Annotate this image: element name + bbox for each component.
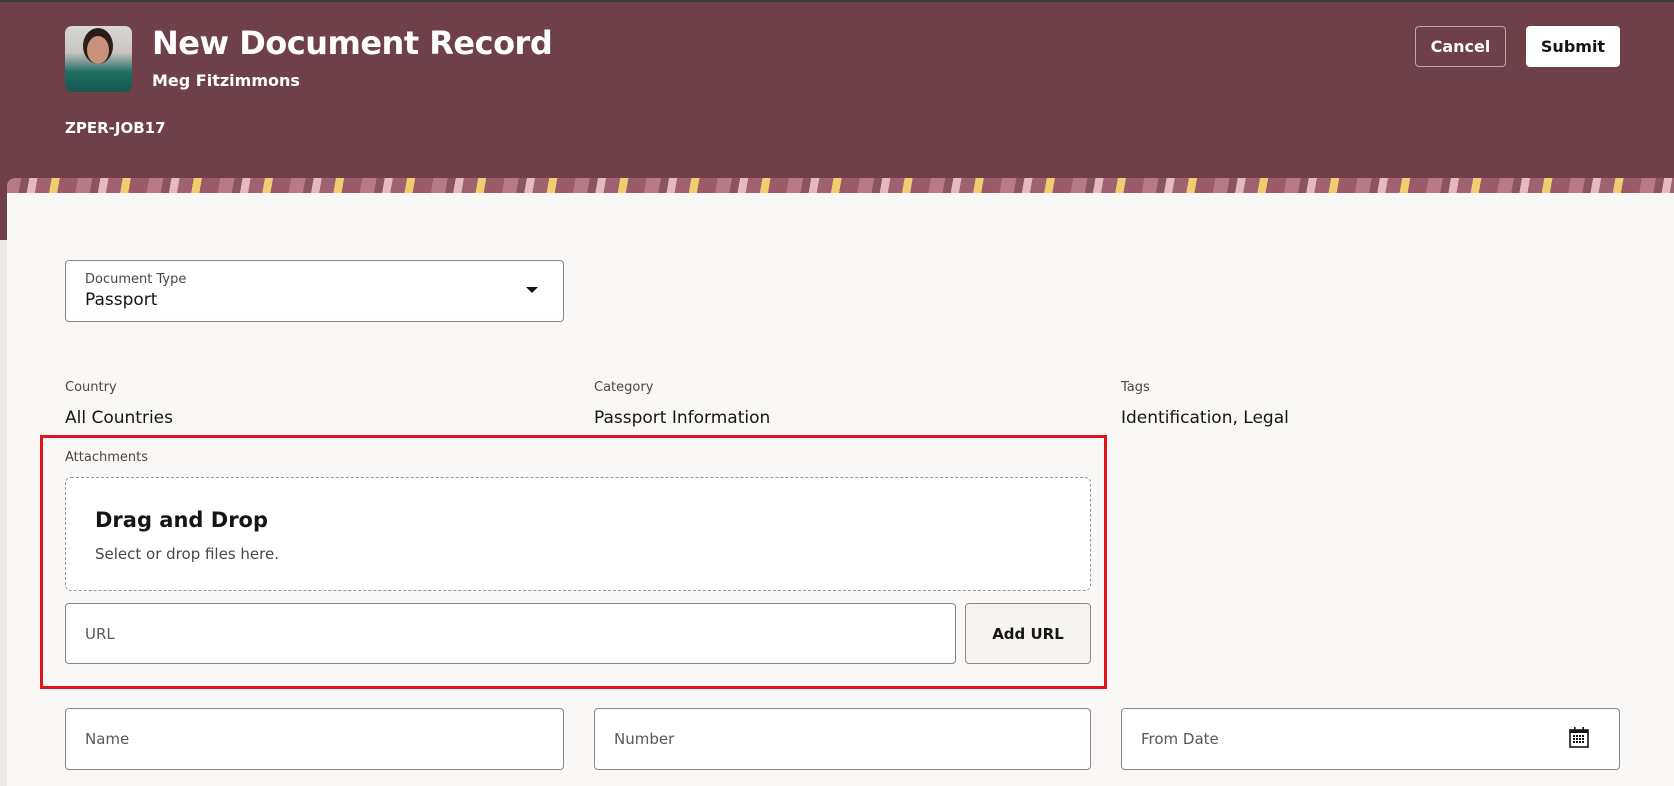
- drop-title: Drag and Drop: [95, 508, 269, 532]
- number-placeholder: Number: [614, 730, 675, 748]
- avatar-face: [87, 36, 109, 64]
- submit-button[interactable]: Submit: [1526, 26, 1620, 67]
- number-input[interactable]: Number: [594, 708, 1091, 770]
- name-input[interactable]: Name: [65, 708, 564, 770]
- category-value: Passport Information: [594, 408, 771, 428]
- from-date-input[interactable]: From Date: [1121, 708, 1620, 770]
- tags-value: Identification, Legal: [1121, 408, 1289, 428]
- url-placeholder: URL: [85, 624, 115, 643]
- add-url-button[interactable]: Add URL: [965, 603, 1091, 664]
- document-type-value: Passport: [85, 290, 158, 310]
- from-date-placeholder: From Date: [1141, 730, 1219, 748]
- category-label: Category: [594, 380, 654, 395]
- url-input[interactable]: URL: [65, 603, 956, 664]
- attachments-label: Attachments: [65, 450, 148, 465]
- document-type-select[interactable]: Document Type Passport: [65, 260, 564, 322]
- page-title: New Document Record: [152, 24, 553, 62]
- file-drop-zone[interactable]: Drag and Drop Select or drop files here.: [65, 477, 1091, 591]
- person-name: Meg Fitzimmons: [152, 71, 300, 90]
- document-type-label: Document Type: [85, 272, 187, 287]
- name-placeholder: Name: [85, 730, 130, 748]
- record-code: ZPER-JOB17: [65, 119, 166, 137]
- tags-label: Tags: [1121, 380, 1150, 395]
- cancel-button[interactable]: Cancel: [1415, 26, 1506, 67]
- caret-down-icon: [526, 287, 538, 293]
- country-label: Country: [65, 380, 117, 395]
- calendar-icon[interactable]: [1569, 727, 1589, 748]
- country-value: All Countries: [65, 408, 173, 428]
- avatar: [65, 26, 132, 92]
- drop-hint: Select or drop files here.: [95, 545, 279, 563]
- decorative-banner: [7, 178, 1674, 194]
